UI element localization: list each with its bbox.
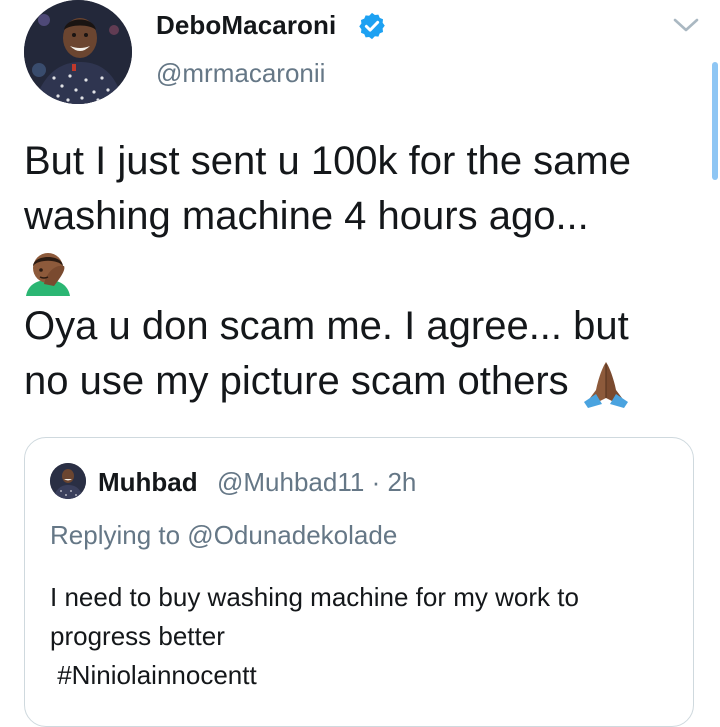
quoted-text-line: I need to buy washing machine for my wor…	[50, 582, 579, 612]
chevron-down-icon[interactable]	[672, 14, 700, 36]
quoted-hashtag[interactable]: #Niniolainnocentt	[50, 656, 680, 695]
verified-badge-icon	[359, 12, 385, 40]
quoted-author-handle-time[interactable]: @Muhbad11 · 2h	[217, 467, 416, 498]
quoted-author-avatar[interactable]	[50, 463, 86, 499]
author-handle[interactable]: @mrmacaronii	[156, 58, 325, 89]
facepalm-emoji-icon	[24, 250, 72, 297]
quoted-author-name[interactable]: Muhbad	[98, 467, 198, 498]
quoted-text-line: progress better	[50, 621, 225, 651]
quoted-tweet-text: I need to buy washing machine for my wor…	[50, 578, 680, 695]
scroll-indicator[interactable]	[712, 62, 718, 180]
avatar-image	[24, 0, 132, 104]
tweet: DeboMacaroni @mrmacaronii But I just sen…	[0, 0, 720, 727]
tweet-text-line: Oya u don scam me. I agree... but	[24, 304, 629, 348]
tweet-text-line: washing machine 4 hours ago...	[24, 194, 589, 238]
quoted-replying-to[interactable]: Replying to @Odunadekolade	[50, 520, 397, 551]
tweet-text-segment: no use my picture scam others	[24, 359, 580, 403]
folded-hands-emoji-icon	[580, 358, 632, 409]
quoted-avatar-image	[50, 463, 86, 499]
tweet-text-line: no use my picture scam others	[24, 354, 704, 409]
tweet-text-line	[24, 244, 704, 299]
tweet-text-line: But I just sent u 100k for the same	[24, 139, 631, 183]
author-avatar[interactable]	[24, 0, 132, 104]
author-name[interactable]: DeboMacaroni	[156, 10, 336, 41]
tweet-text: But I just sent u 100k for the same wash…	[24, 134, 704, 409]
